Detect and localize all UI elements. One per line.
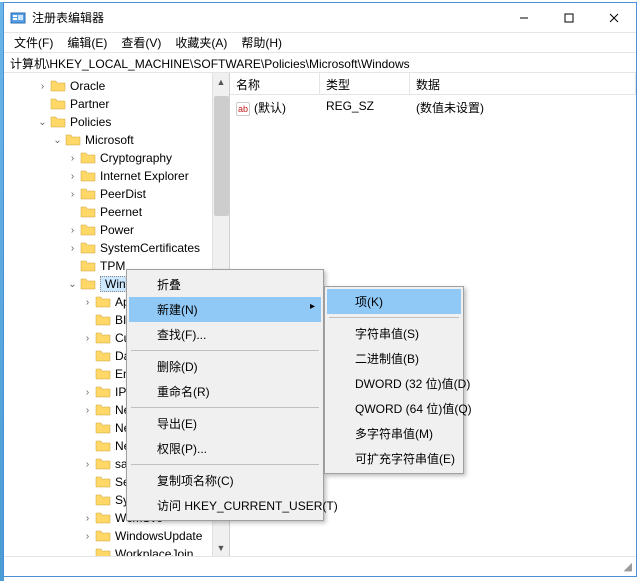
tree-item[interactable]: › Internet Explorer	[6, 167, 229, 185]
col-name[interactable]: 名称	[230, 73, 320, 94]
menu-item[interactable]: 多字符串值(M)	[327, 421, 461, 446]
context-menu[interactable]: 折叠新建(N)查找(F)... 删除(D)重命名(R) 导出(E)权限(P)... 复…	[126, 269, 324, 521]
tree-item[interactable]: › PeerDist	[6, 185, 229, 203]
expand-icon[interactable]: ⌄	[66, 279, 79, 290]
menu-item[interactable]: 二进制值(B)	[327, 346, 461, 371]
string-value-icon: ab	[236, 102, 250, 116]
expand-icon[interactable]: ›	[81, 297, 94, 308]
menu-file[interactable]: 文件(F)	[8, 33, 59, 52]
tree-label: Internet Explorer	[100, 169, 195, 183]
expand-icon[interactable]: ›	[81, 513, 94, 524]
maximize-button[interactable]	[546, 3, 591, 32]
tree-item[interactable]: › Cryptography	[6, 149, 229, 167]
tree-item[interactable]: › Power	[6, 221, 229, 239]
title-bar[interactable]: 注册表编辑器	[4, 3, 636, 33]
menu-help[interactable]: 帮助(H)	[235, 33, 288, 52]
value-data: (数值未设置)	[410, 97, 636, 118]
menu-item[interactable]: 权限(P)...	[129, 436, 321, 461]
menu-item[interactable]: 折叠	[129, 272, 321, 297]
menu-favorites[interactable]: 收藏夹(A)	[169, 33, 233, 52]
tree-item[interactable]: WorkplaceJoin	[6, 545, 229, 556]
menu-separator	[329, 317, 459, 318]
expand-icon[interactable]: ›	[36, 81, 49, 92]
menu-item[interactable]: 新建(N)	[129, 297, 321, 322]
expand-icon[interactable]: ›	[81, 459, 94, 470]
tree-item[interactable]: Peernet	[6, 203, 229, 221]
tree-label: Oracle	[70, 79, 111, 93]
expand-icon[interactable]: ›	[66, 243, 79, 254]
tree-label: Peernet	[100, 205, 148, 219]
tree-label: PeerDist	[100, 187, 152, 201]
app-icon	[10, 10, 26, 26]
expand-icon[interactable]: ⌄	[36, 117, 49, 128]
tree-item[interactable]: › WindowsUpdate	[6, 527, 229, 545]
expand-icon[interactable]: ⌄	[51, 135, 64, 146]
expand-icon[interactable]: ›	[66, 153, 79, 164]
tree-item[interactable]: ⌄ Policies	[6, 113, 229, 131]
list-header: 名称 类型 数据	[230, 73, 636, 95]
expand-icon[interactable]: ›	[81, 333, 94, 344]
menu-view[interactable]: 查看(V)	[115, 33, 167, 52]
close-button[interactable]	[591, 3, 636, 32]
menu-edit[interactable]: 编辑(E)	[61, 33, 113, 52]
value-name: (默认)	[254, 101, 286, 115]
tree-label: WorkplaceJoin	[115, 547, 199, 556]
tree-item[interactable]: Partner	[6, 95, 229, 113]
expand-icon[interactable]: ›	[81, 387, 94, 398]
expand-icon[interactable]: ›	[66, 225, 79, 236]
tree-item[interactable]: › Oracle	[6, 77, 229, 95]
scroll-down-icon[interactable]: ▼	[213, 539, 229, 556]
menu-separator	[131, 464, 319, 465]
tree-label: Microsoft	[85, 133, 140, 147]
menu-item[interactable]: 字符串值(S)	[327, 321, 461, 346]
menu-separator	[131, 407, 319, 408]
tree-label: WindowsUpdate	[115, 529, 208, 543]
status-bar: ◢	[4, 556, 636, 576]
expand-icon[interactable]: ›	[66, 171, 79, 182]
tree-item[interactable]: › SystemCertificates	[6, 239, 229, 257]
menu-item[interactable]: 重命名(R)	[129, 379, 321, 404]
tree-label: Cryptography	[100, 151, 178, 165]
col-type[interactable]: 类型	[320, 73, 410, 94]
resize-grip-icon[interactable]: ◢	[624, 560, 632, 573]
menu-separator	[131, 350, 319, 351]
window-title: 注册表编辑器	[32, 9, 501, 26]
menu-item[interactable]: 复制项名称(C)	[129, 468, 321, 493]
expand-icon[interactable]: ›	[66, 189, 79, 200]
context-submenu-new[interactable]: 项(K) 字符串值(S)二进制值(B)DWORD (32 位)值(D)QWORD …	[324, 286, 464, 474]
menu-item[interactable]: 访问 HKEY_CURRENT_USER(T)	[129, 493, 321, 518]
value-type: REG_SZ	[320, 97, 410, 118]
scroll-thumb[interactable]	[214, 96, 229, 216]
expand-icon[interactable]: ›	[81, 531, 94, 542]
minimize-button[interactable]	[501, 3, 546, 32]
tree-label: SystemCertificates	[100, 241, 206, 255]
menu-item[interactable]: QWORD (64 位)值(Q)	[327, 396, 461, 421]
expand-icon[interactable]: ›	[81, 405, 94, 416]
menu-item[interactable]: 项(K)	[327, 289, 461, 314]
tree-item[interactable]: ⌄ Microsoft	[6, 131, 229, 149]
address-bar[interactable]: 计算机\HKEY_LOCAL_MACHINE\SOFTWARE\Policies…	[4, 53, 636, 73]
list-row[interactable]: ab (默认) REG_SZ (数值未设置)	[230, 95, 636, 120]
scroll-up-icon[interactable]: ▲	[213, 73, 229, 90]
menu-item[interactable]: 查找(F)...	[129, 322, 321, 347]
tree-label: Policies	[70, 115, 117, 129]
menu-item[interactable]: DWORD (32 位)值(D)	[327, 371, 461, 396]
menu-item[interactable]: 导出(E)	[129, 411, 321, 436]
tree-label: Partner	[70, 97, 115, 111]
menu-item[interactable]: 可扩充字符串值(E)	[327, 446, 461, 471]
tree-label: Power	[100, 223, 140, 237]
menu-item[interactable]: 删除(D)	[129, 354, 321, 379]
registry-editor-window: 注册表编辑器 文件(F) 编辑(E) 查看(V) 收藏夹(A) 帮助(H) 计算…	[3, 2, 637, 577]
col-data[interactable]: 数据	[410, 73, 636, 94]
value-name-cell: ab (默认)	[230, 97, 320, 118]
menu-bar: 文件(F) 编辑(E) 查看(V) 收藏夹(A) 帮助(H)	[4, 33, 636, 53]
